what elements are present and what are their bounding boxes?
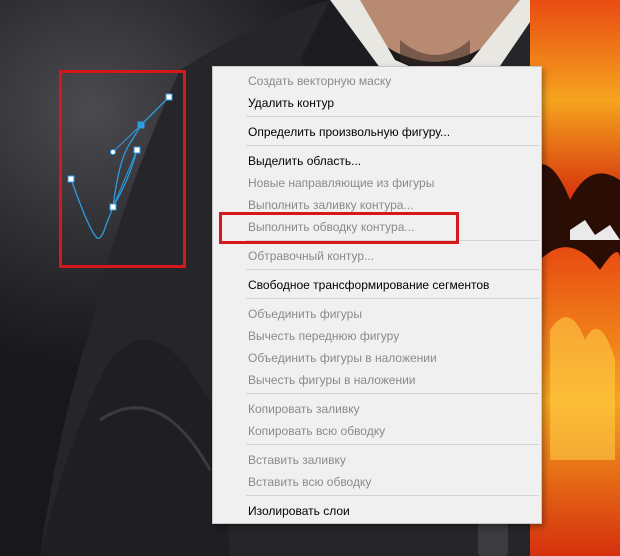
menu-item-define-custom-shape[interactable]: Определить произвольную фигуру... [213, 121, 541, 143]
menu-separator [246, 145, 539, 146]
menu-separator [246, 116, 539, 117]
menu-item-create-vector-mask[interactable]: Создать векторную маску [213, 70, 541, 92]
menu-separator [246, 495, 539, 496]
menu-item-copy-fill[interactable]: Копировать заливку [213, 398, 541, 420]
menu-separator [246, 444, 539, 445]
menu-item-copy-complete-stroke[interactable]: Копировать всю обводку [213, 420, 541, 442]
menu-separator [246, 298, 539, 299]
menu-item-delete-path[interactable]: Удалить контур [213, 92, 541, 114]
menu-item-combine-shapes[interactable]: Объединить фигуры [213, 303, 541, 325]
menu-item-clipping-path[interactable]: Обтравочный контур... [213, 245, 541, 267]
path-annotation-box [59, 70, 186, 268]
menu-item-exclude-overlapping-shapes[interactable]: Вычесть фигуры в наложении [213, 369, 541, 391]
menu-item-paste-complete-stroke[interactable]: Вставить всю обводку [213, 471, 541, 493]
menu-item-subtract-front-shape[interactable]: Вычесть переднюю фигуру [213, 325, 541, 347]
menu-separator [246, 269, 539, 270]
menu-item-isolate-layers[interactable]: Изолировать слои [213, 500, 541, 522]
context-menu[interactable]: Создать векторную маску Удалить контур Опр… [212, 66, 542, 524]
fire-effect [530, 0, 620, 556]
menu-item-intersect-shape-areas[interactable]: Объединить фигуры в наложении [213, 347, 541, 369]
menu-item-new-guides-from-shape[interactable]: Новые направляющие из фигуры [213, 172, 541, 194]
menu-item-free-transform-segments[interactable]: Свободное трансформирование сегментов [213, 274, 541, 296]
menu-item-make-selection[interactable]: Выделить область... [213, 150, 541, 172]
menu-separator [246, 393, 539, 394]
menu-item-annotation-box [219, 212, 459, 244]
menu-item-paste-fill[interactable]: Вставить заливку [213, 449, 541, 471]
